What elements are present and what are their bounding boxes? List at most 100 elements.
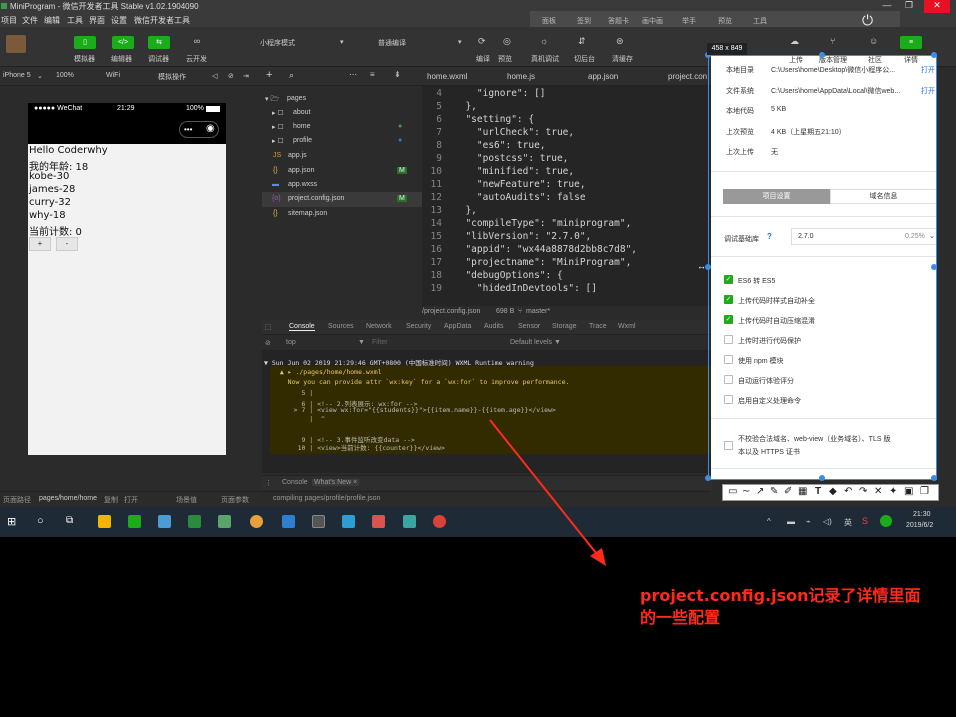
rotate-icon[interactable]: ⊘ [228,72,234,80]
menu-devtools[interactable]: 微信开发者工具 [134,15,190,26]
simulate-action-select[interactable]: 模拟操作 [158,72,186,82]
eraser-tool-icon[interactable]: ◆ [829,486,837,497]
details-icon[interactable]: ≡ [900,36,922,49]
tab-project-config[interactable]: project.con [668,72,707,81]
drawer-tab-whats-new[interactable]: What's New × [312,479,360,486]
drawer-tab-console[interactable]: Console [282,479,308,486]
app-icon[interactable] [158,515,171,528]
drawer-menu-icon[interactable]: ⋮ [265,479,272,487]
add-icon[interactable]: + [266,69,272,81]
rectangle-tool-icon[interactable]: ▭ [728,486,737,497]
copy-icon[interactable]: ❐ [920,486,929,497]
bug-icon[interactable]: ☼ [540,36,548,46]
clear-cache-icon[interactable]: ⊜ [616,36,624,47]
inspect-icon[interactable]: ⬚ [265,323,272,331]
menu-view[interactable]: 界面 [89,15,105,26]
battery-tray-icon[interactable]: ⌁ [806,517,811,526]
cancel-icon[interactable]: ✕ [874,486,882,497]
tree-item-about[interactable]: ▸ ☐ about [262,106,422,121]
tab-sources[interactable]: Sources [328,323,354,330]
strip-tools[interactable]: 工具 [753,16,767,26]
code-icon[interactable]: </> [112,36,134,49]
strip-signin[interactable]: 签到 [577,16,591,26]
mosaic-tool-icon[interactable]: ▦ [798,486,807,497]
compile-label[interactable]: 编译 [476,54,490,64]
app-icon[interactable] [188,515,201,528]
close-button[interactable]: ✕ [924,0,950,13]
save-icon[interactable]: ▣ [904,486,913,497]
strip-pip[interactable]: 画中画 [642,16,663,26]
network-icon[interactable]: ▬ [787,517,795,526]
preview-label[interactable]: 预览 [498,54,512,64]
volume-icon[interactable]: ◁ [212,72,217,80]
pen-tool-icon[interactable]: ✎ [770,486,778,497]
menu-file[interactable]: 文件 [22,15,38,26]
tab-network[interactable]: Network [366,323,392,330]
tab-appdata[interactable]: AppData [444,323,471,330]
resize-handle[interactable] [705,475,711,481]
code-editor[interactable]: 4 "ignore": [] 5 }, 6 "setting": {7 "urlCh… [422,86,712,306]
ime-icon[interactable]: S [862,516,868,526]
devtools-icon[interactable] [312,515,325,528]
chevron-down-icon[interactable]: ▾ [458,38,462,46]
pin-icon[interactable]: ✦ [889,486,897,497]
phone-icon[interactable]: ▯ [74,36,96,49]
app-icon[interactable] [403,515,416,528]
windows-start-icon[interactable]: ⊞ [7,515,16,528]
tree-item-sitemap[interactable]: {} sitemap.json [262,207,422,222]
close-capsule-icon[interactable]: ◉ [206,123,215,134]
tab-home-wxml[interactable]: home.wxml [427,72,467,81]
strip-answer-card[interactable]: 答题卡 [608,16,629,26]
arrow-tool-icon[interactable]: ↗ [756,486,764,497]
mode-select[interactable]: 小程序模式 [260,38,295,48]
tab-audits[interactable]: Audits [484,323,503,330]
strip-preview[interactable]: 预览 [718,16,732,26]
tab-app-json[interactable]: app.json [588,72,618,81]
capture-selection[interactable] [705,52,937,481]
tree-item-app-json[interactable]: {} app.json M [262,164,422,179]
log-levels-select[interactable]: Default levels ▼ [510,339,561,346]
cloud-icon[interactable]: ∞ [186,36,208,46]
task-view-icon[interactable]: ⧉ [66,515,73,526]
tab-wxml[interactable]: Wxml [618,323,636,330]
menu-settings[interactable]: 设置 [111,15,127,26]
app-icon[interactable] [128,515,141,528]
tab-storage[interactable]: Storage [552,323,577,330]
refresh-icon[interactable]: ⟳ [478,36,486,47]
tab-trace[interactable]: Trace [589,323,607,330]
tree-item-pages[interactable]: ▾ 🗁 pages [262,92,422,107]
copy-link[interactable]: 复制 [104,495,118,505]
tab-sensor[interactable]: Sensor [518,323,540,330]
strip-panel[interactable]: 面板 [542,16,556,26]
file-explorer-icon[interactable] [98,515,111,528]
powerpoint-icon[interactable] [433,515,446,528]
tree-item-app-js[interactable]: JS app.js [262,149,422,164]
text-tool-icon[interactable]: T [815,486,821,497]
redo-icon[interactable]: ↷ [859,486,867,497]
strip-raise-hand[interactable]: 举手 [682,16,696,26]
resize-handle[interactable] [931,52,937,58]
eye-icon[interactable]: ◎ [503,36,511,47]
version-icon[interactable]: ⑂ [830,36,835,46]
tree-item-home[interactable]: ▸ ☐ home ● [262,120,422,135]
background-label[interactable]: 切后台 [574,54,595,64]
chrome-icon[interactable] [250,515,263,528]
menu-project[interactable]: 项目 [1,15,17,26]
capsule-menu[interactable]: ••• ◉ [179,121,219,138]
resize-handle[interactable] [931,475,937,481]
tab-console[interactable]: Console [289,323,315,331]
volume-tray-icon[interactable]: ◁) [823,517,832,526]
input-language[interactable]: 英 [844,517,852,528]
search-icon[interactable]: ○ [37,515,44,527]
tray-chevron-icon[interactable]: ^ [767,517,771,526]
open-link[interactable]: 打开 [124,495,138,505]
app-icon[interactable] [218,515,231,528]
undo-icon[interactable]: ↶ [844,486,852,497]
tree-item-project-config[interactable]: {o} project.config.json M [262,192,422,207]
filter-input[interactable]: Filter [372,339,388,346]
more-icon[interactable]: ⋯ [349,70,357,79]
freehand-tool-icon[interactable]: ∼ [742,486,750,497]
git-branch[interactable]: master* [526,308,550,315]
chevron-down-icon[interactable]: ▾ [340,38,344,46]
tab-home-js[interactable]: home.js [507,72,535,81]
